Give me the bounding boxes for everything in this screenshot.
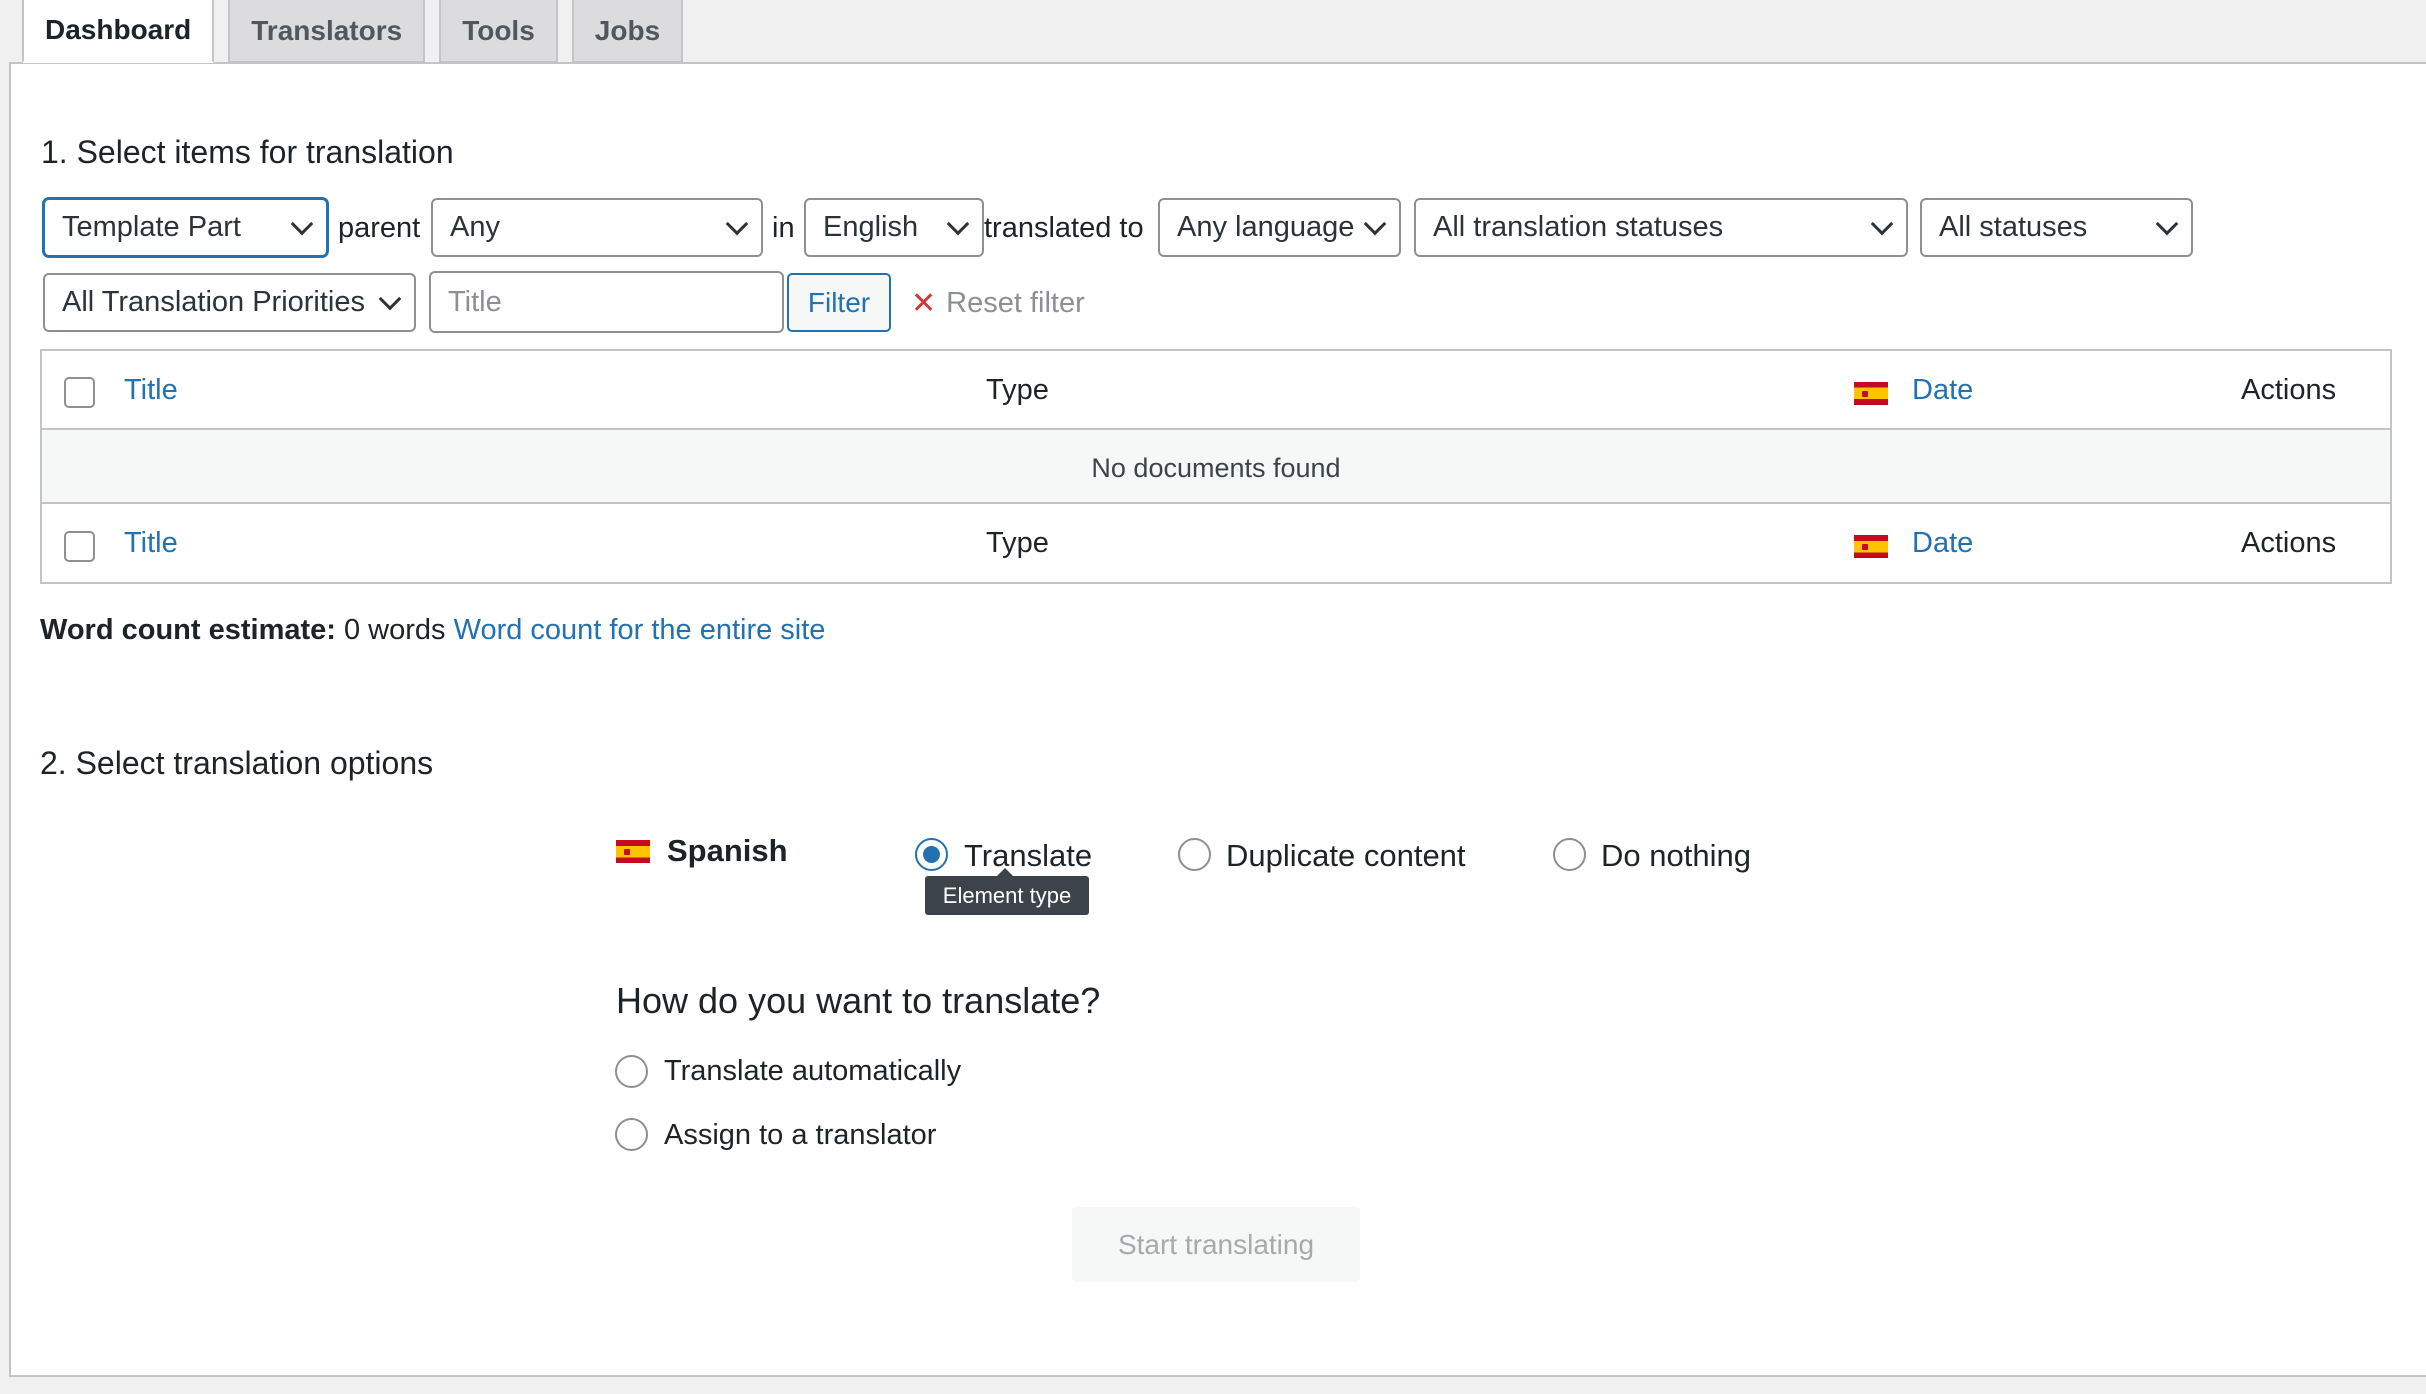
dashboard-panel: 1. Select items for translation Template… <box>9 62 2426 1377</box>
assign-translator-radio[interactable] <box>615 1118 648 1151</box>
how-translate-heading: How do you want to translate? <box>616 980 1101 1021</box>
chevron-down-icon <box>290 212 314 235</box>
tab-tools[interactable]: Tools <box>439 0 558 63</box>
translated-to-label: translated to <box>984 212 1144 244</box>
spain-flag-icon <box>616 840 650 863</box>
table-footer-row: Title Type Date Actions <box>42 504 2390 582</box>
assign-translator-label[interactable]: Assign to a translator <box>664 1119 936 1152</box>
tab-translators[interactable]: Translators <box>228 0 426 63</box>
translate-automatically-label[interactable]: Translate automatically <box>664 1055 961 1088</box>
status-select[interactable]: All statuses <box>1920 198 2193 257</box>
title-search-placeholder: Title <box>448 285 502 318</box>
chevron-down-icon <box>2155 212 2179 235</box>
duplicate-content-radio[interactable] <box>1178 838 1211 871</box>
translation-status-value: All translation statuses <box>1433 211 1724 243</box>
table-empty-row: No documents found <box>42 430 2390 504</box>
word-count-label: Word count estimate: <box>40 614 336 646</box>
filter-button[interactable]: Filter <box>787 273 891 332</box>
column-date-sort-footer[interactable]: Date <box>1912 527 1973 560</box>
in-label: in <box>772 212 795 244</box>
word-count-value: 0 words <box>344 614 446 646</box>
chevron-down-icon <box>725 212 749 235</box>
do-nothing-label[interactable]: Do nothing <box>1601 838 1751 874</box>
chevron-down-icon <box>946 212 970 235</box>
reset-filter-link[interactable]: ✕ Reset filter <box>911 286 1085 321</box>
source-language-value: English <box>823 211 919 243</box>
select-all-checkbox[interactable] <box>64 377 95 408</box>
column-actions-footer: Actions <box>2241 527 2337 559</box>
title-search-input[interactable]: Title <box>429 271 784 333</box>
chevron-down-icon <box>1363 212 1387 235</box>
element-type-tooltip: Element type <box>925 868 1089 915</box>
spain-flag-icon <box>1854 382 1888 405</box>
tab-dashboard[interactable]: Dashboard <box>22 0 215 63</box>
translate-radio[interactable] <box>915 838 948 871</box>
word-count-line: Word count estimate: 0 words Word count … <box>40 614 825 647</box>
section-heading-translation-options: 2. Select translation options <box>40 745 434 781</box>
word-count-site-link[interactable]: Word count for the entire site <box>454 614 826 646</box>
priority-select[interactable]: All Translation Priorities <box>43 273 416 332</box>
target-language-value: Any language <box>1177 211 1355 243</box>
section-heading-select-items: 1. Select items for translation <box>41 134 454 170</box>
column-type-footer: Type <box>986 527 1049 559</box>
reset-filter-label: Reset filter <box>946 287 1085 319</box>
duplicate-content-label[interactable]: Duplicate content <box>1226 838 1466 874</box>
translate-automatically-radio[interactable] <box>615 1055 648 1088</box>
status-value: All statuses <box>1939 211 2088 243</box>
parent-select-value: Any <box>450 211 500 243</box>
tab-bar: Dashboard Translators Tools Jobs <box>22 0 697 63</box>
priority-value: All Translation Priorities <box>62 286 365 318</box>
start-translating-button[interactable]: Start translating <box>1072 1207 1360 1282</box>
spain-flag-icon <box>1854 535 1888 558</box>
type-select[interactable]: Template Part <box>43 198 328 257</box>
column-type: Type <box>986 374 1049 406</box>
do-nothing-radio[interactable] <box>1553 838 1586 871</box>
filter-button-label: Filter <box>807 286 871 318</box>
language-label: Spanish <box>667 833 788 868</box>
close-icon: ✕ <box>911 287 937 320</box>
source-language-select[interactable]: English <box>804 198 984 257</box>
target-language-select[interactable]: Any language <box>1158 198 1401 257</box>
items-table: Title Type Date Actions No documents fou… <box>40 349 2392 584</box>
column-actions: Actions <box>2241 374 2337 406</box>
tab-jobs[interactable]: Jobs <box>571 0 684 63</box>
column-title-sort[interactable]: Title <box>124 374 178 407</box>
parent-select[interactable]: Any <box>431 198 763 257</box>
chevron-down-icon <box>378 287 402 310</box>
table-header-row: Title Type Date Actions <box>42 351 2390 430</box>
select-all-checkbox-footer[interactable] <box>64 531 95 562</box>
column-title-sort-footer[interactable]: Title <box>124 527 178 560</box>
translation-status-select[interactable]: All translation statuses <box>1414 198 1908 257</box>
parent-label: parent <box>338 212 421 244</box>
translate-radio-label[interactable]: Translate <box>964 838 1092 874</box>
empty-message: No documents found <box>1091 453 1341 483</box>
type-select-value: Template Part <box>62 211 241 243</box>
chevron-down-icon <box>1870 212 1894 235</box>
column-date-sort[interactable]: Date <box>1912 374 1973 407</box>
